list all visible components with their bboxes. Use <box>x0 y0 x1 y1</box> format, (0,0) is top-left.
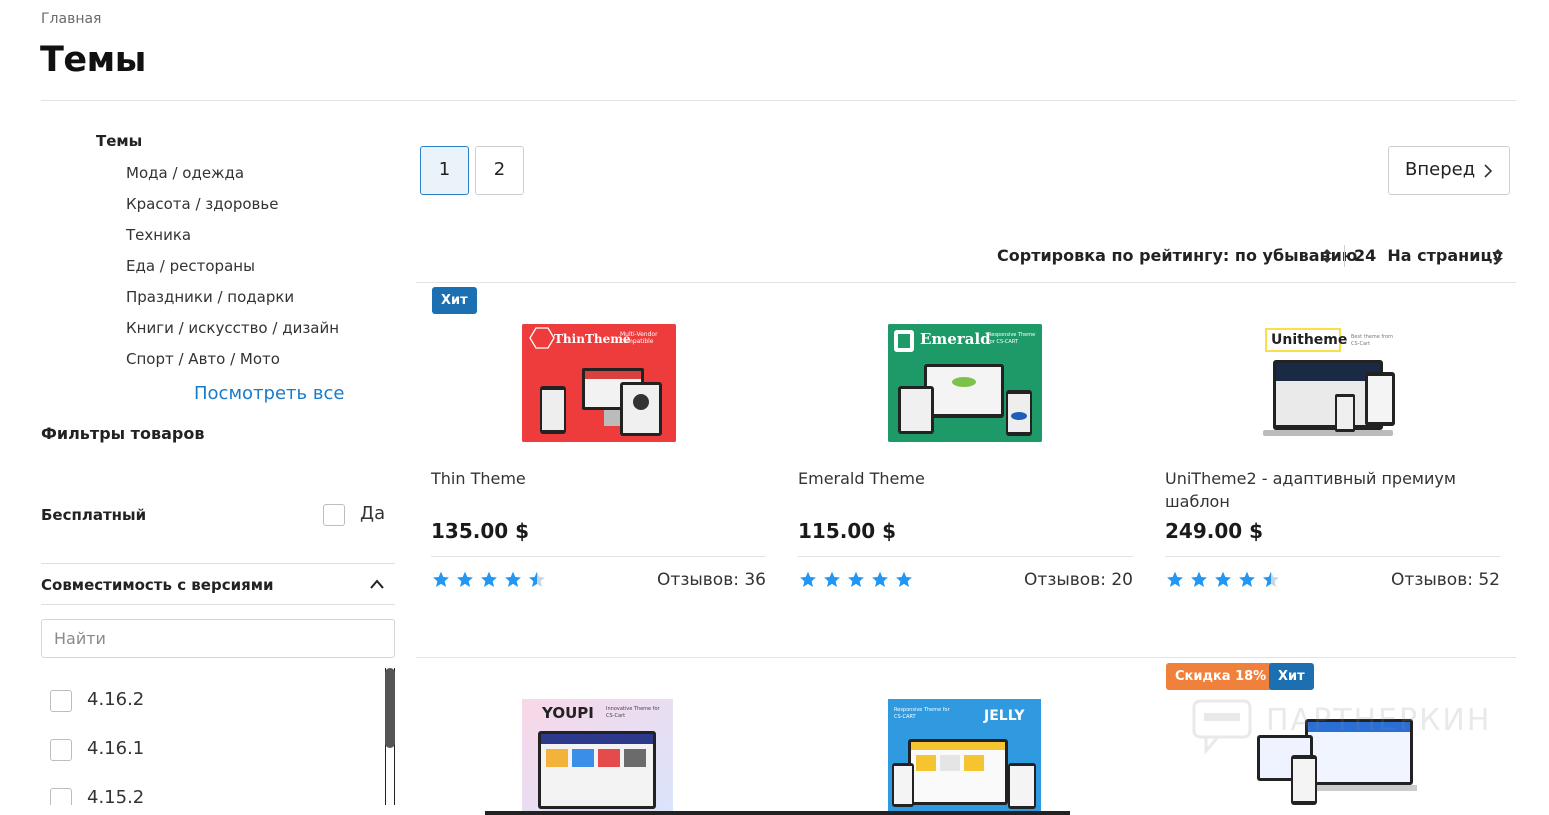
version-checkbox[interactable] <box>50 788 72 805</box>
see-all-link[interactable]: Посмотреть все <box>194 383 344 404</box>
filter-divider <box>41 604 395 605</box>
product-thumbnail[interactable]: ThinTheme Multi-Vendor compatible <box>522 324 676 442</box>
star-icon <box>505 571 521 587</box>
version-scrollbar-thumb[interactable] <box>385 668 395 748</box>
product-thumbnail[interactable]: Unitheme Best theme from CS-Cart <box>1255 324 1409 442</box>
product-price: 115.00 $ <box>798 519 897 543</box>
thumbnail-tagline: Innovative Theme for CS-Cart <box>606 706 660 719</box>
product-thumbnail[interactable]: Emerald Responsive Theme for CS-CART <box>888 324 1042 442</box>
product-price: 249.00 $ <box>1165 519 1264 543</box>
version-item[interactable]: 4.15.2 <box>50 780 380 805</box>
category-item[interactable]: Праздники / подарки <box>126 286 339 317</box>
thumbnail-brand: JELLY <box>984 708 1025 724</box>
thumbnail-tagline: Best theme from CS-Cart <box>1351 334 1394 347</box>
free-filter-label: Бесплатный <box>41 506 147 524</box>
category-item[interactable]: Еда / рестораны <box>126 255 339 286</box>
hit-badge: Хит <box>1269 663 1314 690</box>
star-icon <box>896 571 912 587</box>
page-title: Темы <box>40 40 146 80</box>
product-divider <box>798 556 1133 557</box>
product-divider <box>431 556 766 557</box>
next-page-label: Вперед <box>1405 159 1476 180</box>
star-icon <box>848 571 864 587</box>
thumbnail-tagline: Multi-Vendor compatible <box>620 331 658 345</box>
rating-stars <box>1165 570 1281 589</box>
star-icon <box>481 571 497 587</box>
category-item[interactable]: Спорт / Авто / Мото <box>126 348 339 379</box>
product-thumbnail[interactable]: JELLY Responsive Theme for CS-CART <box>888 699 1041 811</box>
star-icon <box>1191 571 1207 587</box>
version-checkbox[interactable] <box>50 739 72 761</box>
review-count[interactable]: Отзывов: 36 <box>566 570 766 590</box>
chat-bubble-icon <box>1192 699 1252 756</box>
category-root[interactable]: Темы <box>96 132 142 150</box>
category-item[interactable]: Техника <box>126 224 339 255</box>
product-thumbnail[interactable]: YOUPI Innovative Theme for CS-Cart <box>522 699 673 811</box>
star-icon <box>1167 571 1183 587</box>
sort-arrows-icon <box>1493 249 1503 263</box>
breadcrumb[interactable]: Главная <box>41 11 101 27</box>
version-label: 4.16.2 <box>87 689 145 710</box>
product-name[interactable]: UniTheme2 - адаптивный премиум шаблон <box>1165 467 1465 513</box>
product-price: 135.00 $ <box>431 519 530 543</box>
star-icon <box>800 571 816 587</box>
version-list: 4.16.2 4.16.1 4.15.2 <box>50 682 380 805</box>
grid-divider <box>416 657 1516 658</box>
star-icon <box>872 571 888 587</box>
version-item[interactable]: 4.16.2 <box>50 682 380 731</box>
horizontal-scrollbar[interactable] <box>485 811 1070 815</box>
category-list: Мода / одежда Красота / здоровье Техника… <box>126 162 339 379</box>
free-filter-option[interactable]: Да <box>360 503 385 524</box>
compat-filter-title[interactable]: Совместимость с версиями <box>41 576 274 594</box>
free-filter-checkbox[interactable] <box>323 504 345 526</box>
star-icon <box>1215 571 1231 587</box>
product-divider <box>1165 556 1500 557</box>
sort-divider <box>1344 245 1345 267</box>
sort-arrows-icon <box>1322 249 1332 263</box>
watermark-text: ПАРТНЕРКИН <box>1266 703 1492 738</box>
version-label: 4.16.1 <box>87 738 145 759</box>
review-count[interactable]: Отзывов: 20 <box>933 570 1133 590</box>
category-item[interactable]: Книги / искусство / дизайн <box>126 317 339 348</box>
star-half-icon <box>1263 571 1279 587</box>
thumbnail-tagline: Responsive Theme for CS-CART <box>988 332 1036 345</box>
category-item[interactable]: Мода / одежда <box>126 162 339 193</box>
thumbnail-brand: YOUPI <box>542 704 594 722</box>
category-item[interactable]: Красота / здоровье <box>126 193 339 224</box>
header-divider <box>41 100 1516 101</box>
version-label: 4.15.2 <box>87 787 145 805</box>
star-half-icon <box>529 571 545 587</box>
rating-stars <box>431 570 547 589</box>
sale-badge: Скидка 18% <box>1166 663 1276 690</box>
chevron-right-icon <box>1484 164 1493 178</box>
star-icon <box>457 571 473 587</box>
thumbnail-tagline: Responsive Theme for CS-CART <box>894 707 950 720</box>
rating-stars <box>798 570 914 589</box>
grid-divider <box>416 282 1516 283</box>
hit-badge: Хит <box>432 287 477 314</box>
watermark: ПАРТНЕРКИН <box>1190 697 1500 757</box>
star-icon <box>1239 571 1255 587</box>
thumbnail-brand: Unitheme <box>1271 332 1348 348</box>
filters-title: Фильтры товаров <box>41 424 205 443</box>
thumbnail-brand: Emerald <box>920 330 991 348</box>
page-button-1[interactable]: 1 <box>420 146 469 195</box>
version-checkbox[interactable] <box>50 690 72 712</box>
filter-divider <box>41 563 395 564</box>
version-search-input[interactable] <box>41 619 395 658</box>
star-icon <box>433 571 449 587</box>
per-page-select[interactable]: 24 На страницу <box>1354 246 1503 265</box>
chevron-up-icon[interactable] <box>369 577 385 591</box>
next-page-button[interactable]: Вперед <box>1388 146 1510 195</box>
review-count[interactable]: Отзывов: 52 <box>1300 570 1500 590</box>
star-icon <box>824 571 840 587</box>
version-item[interactable]: 4.16.1 <box>50 731 380 780</box>
product-name[interactable]: Thin Theme <box>431 467 761 490</box>
product-name[interactable]: Emerald Theme <box>798 467 1128 490</box>
sort-select[interactable]: Сортировка по рейтингу: по убыванию <box>997 246 1357 265</box>
page-button-2[interactable]: 2 <box>475 146 524 195</box>
